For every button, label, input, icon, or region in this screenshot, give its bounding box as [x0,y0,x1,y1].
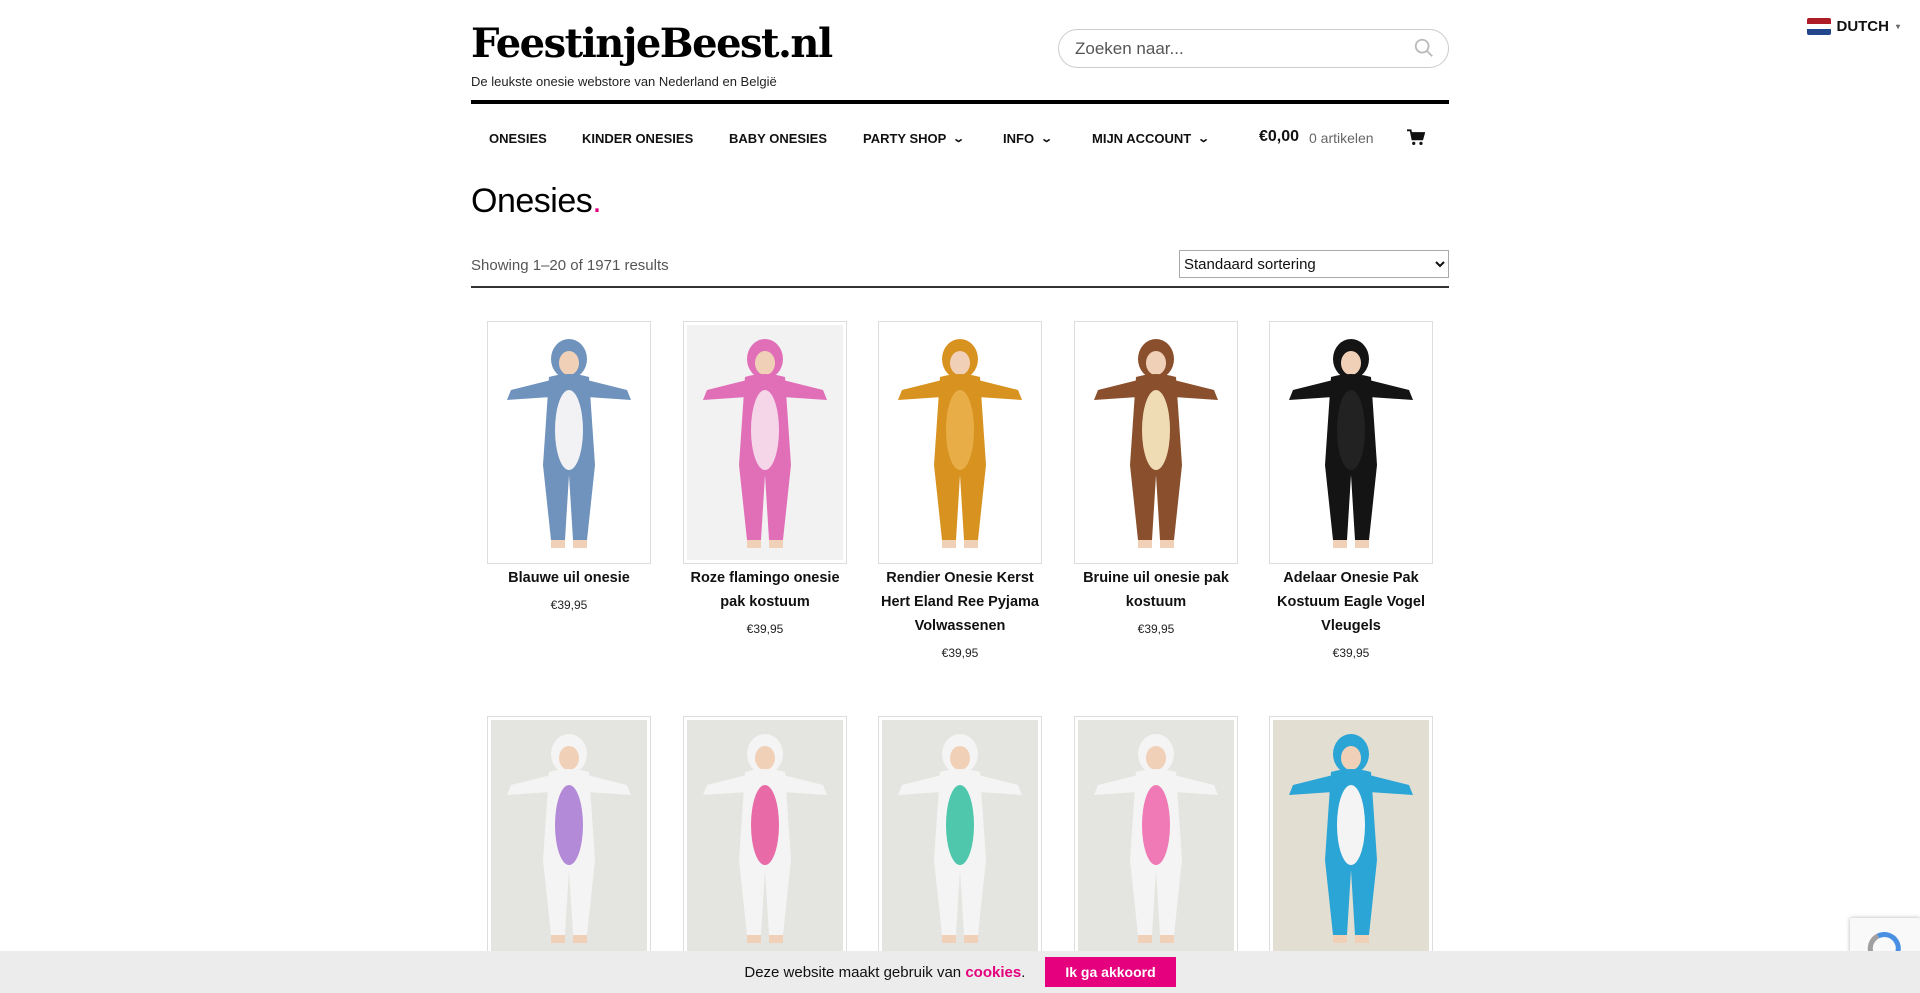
nav-item-baby-onesies[interactable]: BABY ONESIES [729,131,827,146]
product-card[interactable]: Blauwe uil onesie €39,95 [487,321,651,612]
cookie-bar: Deze website maakt gebruik van cookies. … [0,951,1920,993]
nav-item-label: ONESIES [489,131,547,146]
product-price: €39,95 [941,646,979,660]
cookie-text: Deze website maakt gebruik van [744,963,962,981]
chevron-down-icon: ⌄ [1040,133,1054,145]
product-image[interactable] [878,321,1042,564]
search-icon[interactable] [1413,37,1435,59]
cookie-period: . [1021,963,1026,981]
cookie-accept-button[interactable]: Ik ga akkoord [1045,957,1176,987]
language-label: DUTCH [1836,18,1889,35]
nav-item-party-shop[interactable]: PARTY SHOP ⌄ [863,131,966,146]
nav-item-label: BABY ONESIES [729,131,828,146]
cart-total[interactable]: €0,00 [1259,128,1299,146]
nav-item-onesies[interactable]: ONESIES [489,131,547,146]
language-switcher[interactable]: DUTCH ▾ [1807,18,1900,35]
product-name[interactable]: Adelaar Onesie Pak Kostuum Eagle Vogel V… [1269,566,1433,638]
sort-select[interactable]: Standaard sortering [1179,250,1449,278]
product-name[interactable]: Blauwe uil onesie [487,566,651,590]
results-count: Showing 1–20 of 1971 results [471,257,669,274]
product-card[interactable]: Adelaar Onesie Pak Kostuum Eagle Vogel V… [1269,321,1433,660]
product-card[interactable] [487,716,651,967]
nav-item-label: KINDER ONESIES [582,131,694,146]
site-header: FeestinjeBeest.nl De leukste onesie webs… [471,0,1449,100]
cookie-link[interactable]: cookies [965,964,1021,981]
product-image[interactable] [1074,321,1238,564]
product-name[interactable]: Rendier Onesie Kerst Hert Eland Ree Pyja… [878,566,1042,638]
product-image[interactable] [1269,716,1433,959]
nav-item-label: MIJN ACCOUNT [1092,131,1192,146]
page-title: Onesies. [471,182,602,221]
caret-down-icon: ▾ [1895,22,1900,31]
product-name[interactable]: Roze flamingo onesie pak kostuum [683,566,847,614]
nav-item-label: PARTY SHOP [863,131,947,146]
product-card[interactable]: Rendier Onesie Kerst Hert Eland Ree Pyja… [878,321,1042,660]
product-image[interactable] [683,716,847,959]
product-image[interactable] [487,716,651,959]
search-input[interactable] [1058,29,1449,68]
shop-toolbar: Showing 1–20 of 1971 results Standaard s… [471,246,1449,288]
product-image[interactable] [1074,716,1238,959]
site-tagline: De leukste onesie webstore van Nederland… [471,74,777,89]
chevron-down-icon: ⌄ [952,133,966,145]
product-card[interactable]: Bruine uil onesie pak kostuum €39,95 [1074,321,1238,636]
shopping-cart-icon[interactable] [1407,129,1425,146]
cart-count[interactable]: 0 artikelen [1309,130,1374,146]
dutch-flag-icon [1807,18,1832,35]
product-image[interactable] [1269,321,1433,564]
product-image[interactable] [878,716,1042,959]
product-name[interactable]: Bruine uil onesie pak kostuum [1074,566,1238,614]
product-price: €39,95 [550,598,588,612]
main-navigation: ONESIES KINDER ONESIES BABY ONESIES PART… [471,100,1449,170]
site-title[interactable]: FeestinjeBeest.nl [471,20,833,67]
product-image[interactable] [683,321,847,564]
product-image[interactable] [487,321,651,564]
nav-item-label: INFO [1003,131,1035,146]
page-title-dot: . [592,182,602,220]
chevron-down-icon: ⌄ [1197,133,1211,145]
nav-item-mijn-account[interactable]: MIJN ACCOUNT ⌄ [1092,131,1211,146]
product-price: €39,95 [746,622,784,636]
page-title-text: Onesies [471,182,593,220]
nav-item-info[interactable]: INFO ⌄ [1003,131,1054,146]
product-card[interactable] [1074,716,1238,967]
product-card[interactable] [1269,716,1433,967]
nav-item-kinder-onesies[interactable]: KINDER ONESIES [582,131,693,146]
cookie-message: Deze website maakt gebruik van cookies. [744,964,1025,981]
page-container: FeestinjeBeest.nl De leukste onesie webs… [471,0,1449,959]
product-card[interactable] [878,716,1042,967]
product-price: €39,95 [1137,622,1175,636]
product-price: €39,95 [1332,646,1370,660]
product-card[interactable]: Roze flamingo onesie pak kostuum €39,95 [683,321,847,636]
product-card[interactable] [683,716,847,967]
